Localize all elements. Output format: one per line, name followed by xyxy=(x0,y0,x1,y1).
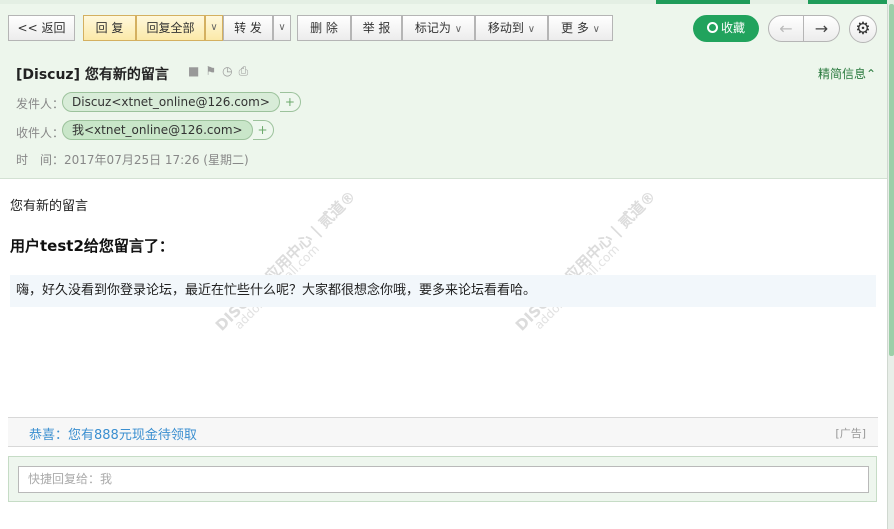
chevron-down-icon: ∨ xyxy=(592,24,600,35)
reply-button[interactable]: 回 复 xyxy=(83,15,136,41)
sender-address-chip[interactable]: Discuz<xtnet_online@126.com> + xyxy=(62,92,301,112)
time-label: 时 间： xyxy=(16,153,65,167)
next-mail-arrow-icon[interactable]: → xyxy=(804,15,840,42)
print-icon[interactable]: ⎙ xyxy=(239,64,255,78)
recipient-address: 我<xtnet_online@126.com> xyxy=(72,123,243,137)
chevron-down-icon: ∨ xyxy=(527,24,536,35)
watermark-text: DISCUZ!应用中心 | 贰道® xyxy=(511,187,660,335)
bookmark-icon[interactable]: ■ xyxy=(188,64,205,78)
add-contact-icon[interactable]: + xyxy=(279,92,301,112)
move-to-label: 移动到 xyxy=(487,21,524,35)
ad-link[interactable]: 恭喜：您有888元现金待领取 xyxy=(29,424,197,443)
mail-time: 时 间：2017年07月25日 17:26 (星期二) xyxy=(16,151,249,168)
to-label: 收件人： xyxy=(16,126,65,140)
clock-icon[interactable]: ◷ xyxy=(222,64,238,78)
scrollbar[interactable] xyxy=(887,4,894,529)
quick-reply-input[interactable]: 快捷回复给：我 xyxy=(18,466,869,493)
quick-reply-box: 快捷回复给：我 xyxy=(8,456,877,502)
mail-header: << 返回 回 复 回复全部 ∨ 转 发 ∨ 删 除 举 报 标记为 ∨ 移动到… xyxy=(0,4,887,179)
reply-dropdown-icon[interactable]: ∨ xyxy=(205,15,223,41)
forward-button[interactable]: 转 发 xyxy=(223,15,273,41)
add-contact-icon[interactable]: + xyxy=(252,120,274,140)
prev-mail-arrow-icon[interactable]: ← xyxy=(768,15,804,42)
recipient-address-chip[interactable]: 我<xtnet_online@126.com> + xyxy=(62,120,274,140)
reply-all-button[interactable]: 回复全部 xyxy=(136,15,205,41)
favorite-button[interactable]: 收藏 xyxy=(693,15,759,42)
flag-icon[interactable]: ⚑ xyxy=(205,64,222,78)
body-heading: 用户test2给您留言了： xyxy=(10,237,174,255)
back-button[interactable]: << 返回 xyxy=(8,15,75,41)
more-label: 更 多 xyxy=(561,21,589,35)
ad-bar: 恭喜：您有888元现金待领取 [广告] xyxy=(8,417,878,447)
chevron-up-icon: ⌃ xyxy=(866,67,877,81)
detail-info-link[interactable]: 精简信息⌃ xyxy=(818,65,876,82)
watermark-text: DISCUZ!应用中心 | 贰道® xyxy=(211,187,360,335)
scrollbar-thumb[interactable] xyxy=(889,4,894,356)
forward-dropdown-icon[interactable]: ∨ xyxy=(273,15,291,41)
detail-info-label: 精简信息 xyxy=(818,67,867,81)
delete-button[interactable]: 删 除 xyxy=(297,15,351,41)
move-to-button[interactable]: 移动到 ∨ xyxy=(475,15,548,41)
time-value: 2017年07月25日 17:26 (星期二) xyxy=(64,153,249,167)
more-button[interactable]: 更 多 ∨ xyxy=(548,15,613,41)
mail-subject: [Discuz] 您有新的留言 xyxy=(16,67,169,83)
from-label: 发件人： xyxy=(16,97,65,111)
mark-as-label: 标记为 xyxy=(414,21,451,35)
body-line: 您有新的留言 xyxy=(10,199,89,214)
ad-tag: [广告] xyxy=(835,427,866,440)
favorite-icon xyxy=(706,22,718,33)
gear-icon[interactable]: ⚙ xyxy=(849,15,877,43)
favorite-label: 收藏 xyxy=(720,21,745,35)
mark-as-button[interactable]: 标记为 ∨ xyxy=(402,15,475,41)
sender-address: Discuz<xtnet_online@126.com> xyxy=(72,95,270,109)
chevron-down-icon: ∨ xyxy=(454,24,463,35)
report-button[interactable]: 举 报 xyxy=(351,15,402,41)
subject-icons: ■⚑◷⎙ xyxy=(188,64,254,79)
message-quote: 嗨，好久没看到你登录论坛，最近在忙些什么呢？大家都很想念你哦，要多来论坛看看哈。 xyxy=(10,275,876,307)
